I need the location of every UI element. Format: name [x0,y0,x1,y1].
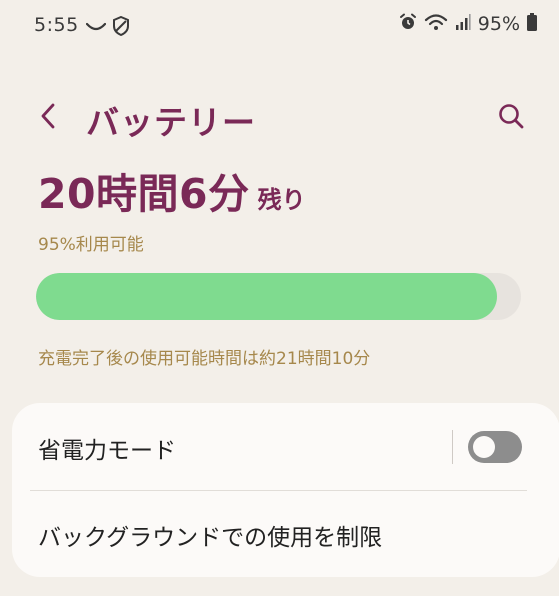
status-right-icons: 95% [399,13,537,35]
signal-icon [455,13,471,35]
toggle-knob [473,436,495,458]
battery-level-fill [36,273,497,320]
toggle-separator [452,430,453,464]
power-saving-row[interactable]: 省電力モード [12,403,559,491]
status-left-icons [85,15,130,40]
status-time: 5:55 [34,14,79,36]
search-button[interactable] [491,98,531,138]
background-limit-row[interactable]: バックグラウンドでの使用を制限 [12,491,559,577]
remaining-time: 20時間6分 [38,170,250,218]
battery-screen: 5:55 95% バッテリー 20時間6分 残り 95%利用可能 充電完了後の使… [0,0,559,596]
remaining-suffix: 残り [257,186,306,214]
wave-icon [85,19,107,38]
search-icon [497,102,525,134]
status-battery-percent: 95% [477,13,520,35]
settings-card: 省電力モード バックグラウンドでの使用を制限 [12,403,559,577]
power-saving-label: 省電力モード [38,438,176,464]
battery-icon [527,13,537,35]
battery-level-bar [36,273,521,320]
shield-icon [112,15,130,40]
wifi-icon [424,13,448,35]
remaining-time-block: 20時間6分 残り [38,160,306,220]
app-header: バッテリー [0,88,559,150]
page-title: バッテリー [86,103,256,142]
power-saving-toggle[interactable] [468,431,522,463]
available-percent-text: 95%利用可能 [38,235,144,255]
alarm-icon [399,13,417,35]
status-bar: 5:55 95% [0,0,559,52]
full-charge-estimate: 充電完了後の使用可能時間は約21時間10分 [38,349,371,369]
chevron-left-icon [38,102,58,134]
back-button[interactable] [28,98,68,138]
background-limit-label: バックグラウンドでの使用を制限 [38,525,383,551]
